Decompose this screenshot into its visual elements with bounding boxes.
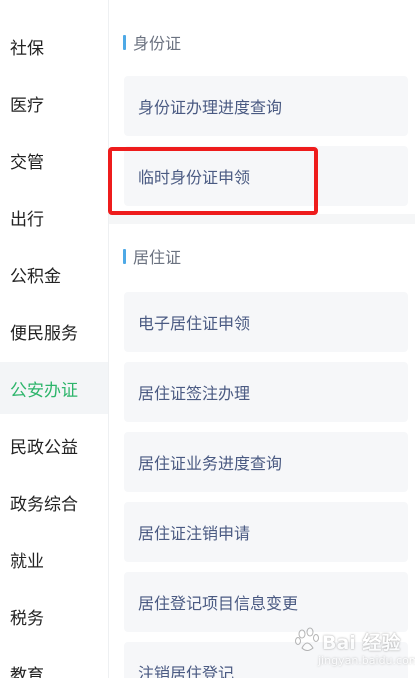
service-item-temp-id[interactable]: 临时身份证申领 (124, 146, 408, 206)
service-item-residence-progress[interactable]: 居住证业务进度查询 (124, 432, 408, 492)
sidebar-item-medical[interactable]: 医疗 (0, 77, 108, 129)
section-accent-bar (123, 248, 126, 264)
app-frame: 社保 医疗 交管 出行 公积金 便民服务 公安办证 民政公益 政务综合 就业 税… (0, 0, 415, 678)
section-title-label: 居住证 (133, 248, 182, 267)
sidebar-item-convenience[interactable]: 便民服务 (0, 305, 108, 357)
service-item-label: 居住证注销申请 (138, 524, 251, 543)
section-title-label: 身份证 (133, 34, 182, 53)
sidebar-item-label: 教育 (10, 665, 44, 678)
service-item-label: 身份证办理进度查询 (138, 98, 283, 117)
sidebar-item-label: 医疗 (10, 95, 44, 116)
sidebar-item-public-security[interactable]: 公安办证 (0, 362, 108, 414)
service-item-cancel-registration[interactable]: 注销居住登记 (124, 642, 408, 678)
sidebar-item-education[interactable]: 教育 (0, 647, 108, 678)
sidebar-item-label: 便民服务 (10, 323, 78, 344)
sidebar-item-housing-fund[interactable]: 公积金 (0, 248, 108, 300)
sidebar-item-label: 社保 (10, 38, 44, 59)
service-item-label: 居住证签注办理 (138, 384, 251, 403)
service-item-label: 临时身份证申领 (138, 168, 251, 187)
sidebar-item-label: 公安办证 (10, 380, 78, 401)
section-accent-bar (123, 34, 126, 50)
sidebar-item-travel[interactable]: 出行 (0, 191, 108, 243)
service-item-label: 居住登记项目信息变更 (138, 594, 299, 613)
section-title-residence-permit: 居住证 (123, 246, 182, 267)
sidebar-item-label: 出行 (10, 209, 44, 230)
service-item-e-residence[interactable]: 电子居住证申领 (124, 292, 408, 352)
service-item-label: 注销居住登记 (138, 664, 235, 678)
service-item-label: 电子居住证申领 (138, 314, 251, 333)
sidebar-item-tax[interactable]: 税务 (0, 590, 108, 642)
sidebar-item-label: 政务综合 (10, 494, 78, 515)
sidebar-item-label: 民政公益 (10, 437, 78, 458)
sidebar-item-government[interactable]: 政务综合 (0, 476, 108, 528)
service-item-endorsement[interactable]: 居住证签注办理 (124, 362, 408, 422)
service-item-cancel-permit[interactable]: 居住证注销申请 (124, 502, 408, 562)
service-item-info-change[interactable]: 居住登记项目信息变更 (124, 572, 408, 632)
sidebar-item-civil-affairs[interactable]: 民政公益 (0, 419, 108, 471)
section-title-id-card: 身份证 (123, 32, 182, 53)
sidebar-item-label: 交管 (10, 152, 44, 173)
sidebar-item-label: 就业 (10, 551, 44, 572)
service-list: 身份证 身份证办理进度查询 临时身份证申领 居住证 电子居住证申领 居住证签注办… (109, 0, 415, 678)
sidebar-item-traffic[interactable]: 交管 (0, 134, 108, 186)
service-item-label: 居住证业务进度查询 (138, 454, 283, 473)
category-sidebar: 社保 医疗 交管 出行 公积金 便民服务 公安办证 民政公益 政务综合 就业 税… (0, 0, 109, 678)
sidebar-item-employment[interactable]: 就业 (0, 533, 108, 585)
sidebar-item-label: 税务 (10, 608, 44, 629)
section-divider (109, 214, 415, 224)
sidebar-item-label: 公积金 (10, 266, 61, 287)
sidebar-item-social-security[interactable]: 社保 (0, 20, 108, 72)
service-item-id-progress[interactable]: 身份证办理进度查询 (124, 76, 408, 136)
